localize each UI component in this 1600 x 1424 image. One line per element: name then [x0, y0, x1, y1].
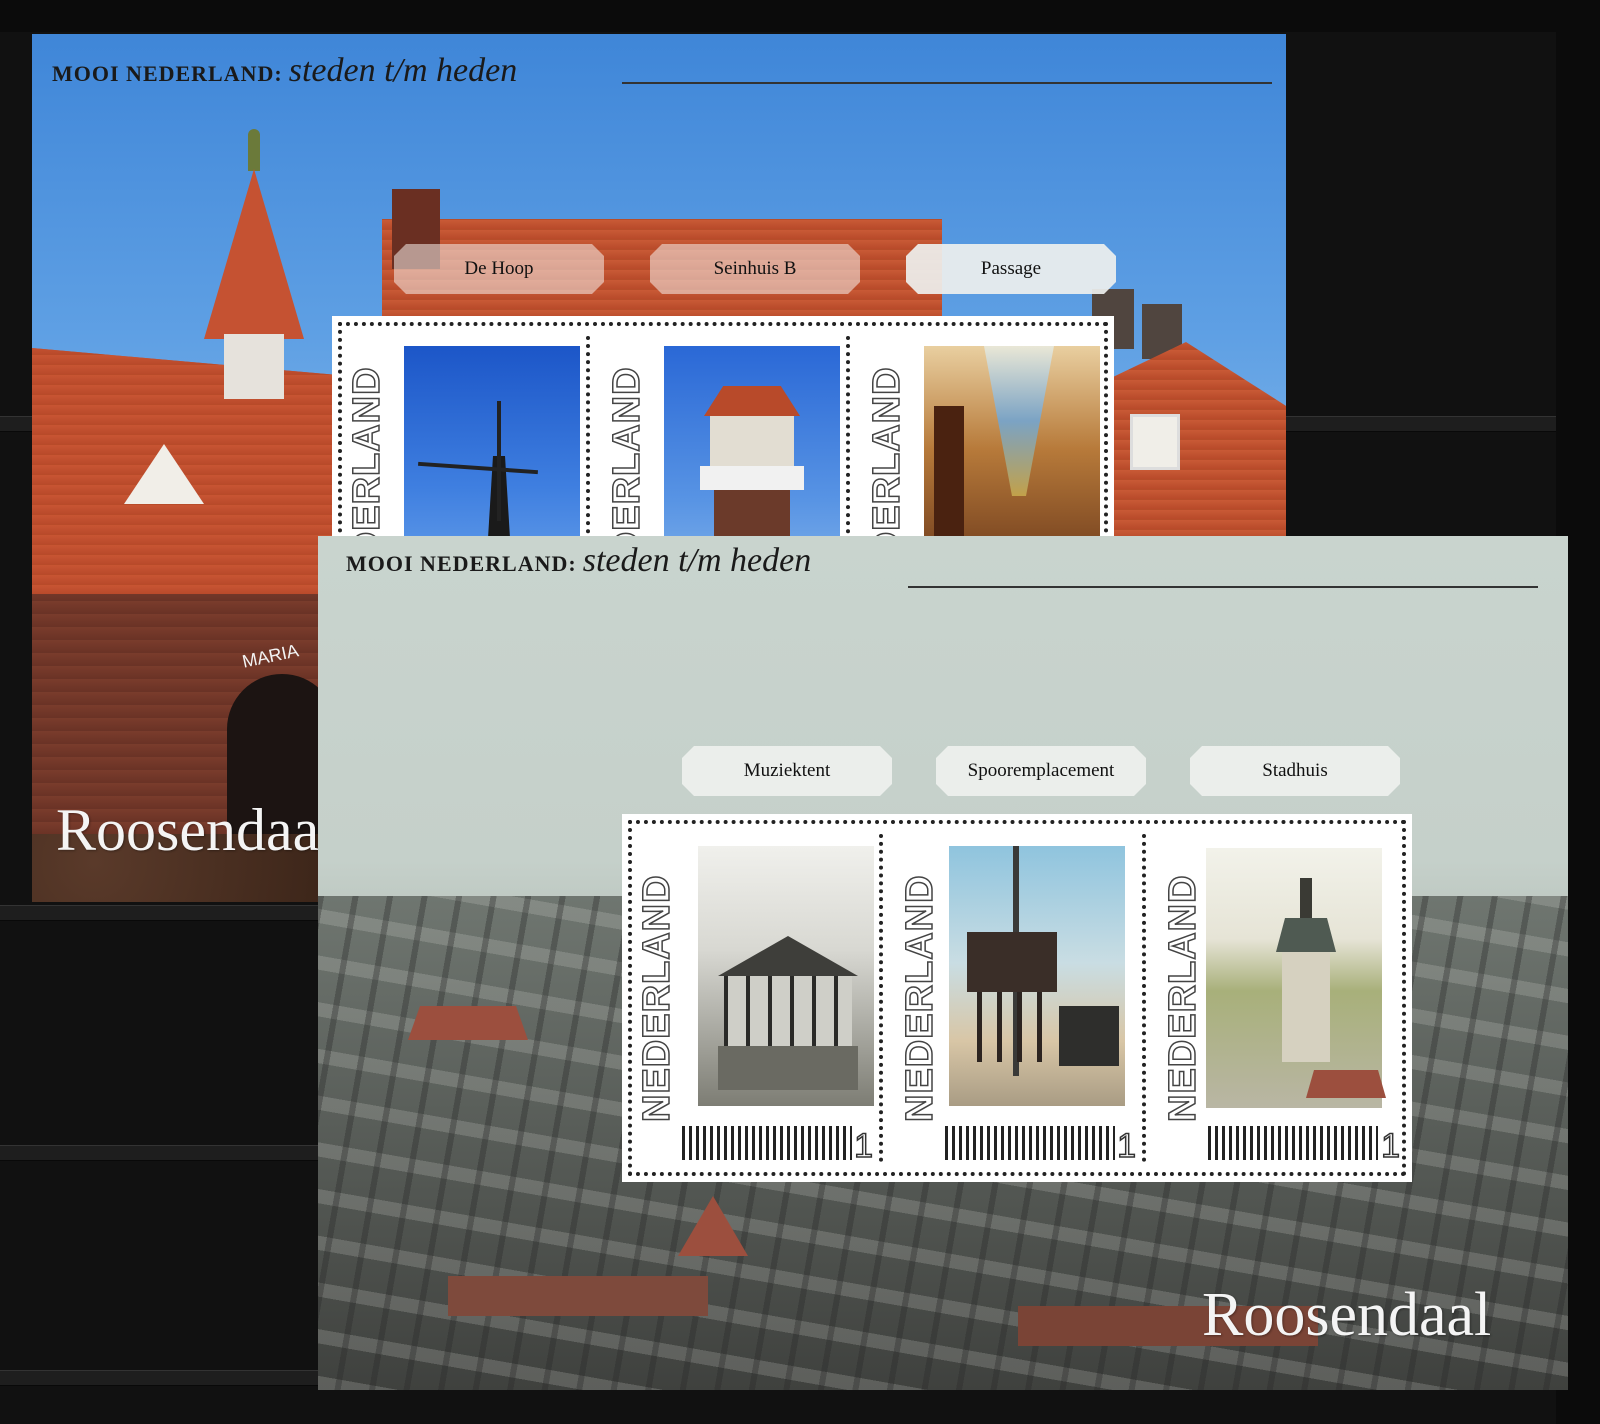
signal-box-legs	[977, 992, 1047, 1062]
town-hall-dome	[1276, 918, 1336, 952]
signal-box-balcony	[700, 466, 804, 490]
passage-glass-roof	[984, 346, 1054, 496]
stamp-label: Muziektent	[682, 746, 892, 796]
bandstand-columns	[724, 976, 852, 1046]
sheet-title: MOOI NEDERLAND: steden t/m heden	[346, 542, 811, 580]
series-title: MOOI NEDERLAND:	[52, 61, 283, 86]
sheet-title: MOOI NEDERLAND: steden t/m heden	[52, 52, 517, 90]
stamp-value: 1	[1380, 1126, 1400, 1166]
barcode	[1208, 1126, 1378, 1160]
windmill-sail	[418, 461, 538, 475]
stamp: NEDERLAND 1	[885, 814, 1148, 1182]
stamp: NEDERLAND 1	[1148, 814, 1412, 1182]
barcode	[682, 1126, 852, 1160]
tower-roof	[204, 169, 304, 339]
town-hall-roof	[1306, 1070, 1386, 1098]
stamp-block: NEDERLAND 1 NEDERLAND 1 NEDERLAND 1	[622, 814, 1412, 1182]
stamp-label: De Hoop	[394, 244, 604, 294]
barcode	[945, 1126, 1115, 1160]
background-roof	[408, 1006, 528, 1040]
stamp-label: Passage	[906, 244, 1116, 294]
stamp-photo-railway-yard	[949, 846, 1125, 1106]
city-name: Roosendaal	[56, 797, 336, 863]
album-edge	[0, 0, 1600, 32]
bandstand-roof	[718, 936, 858, 976]
souvenir-sheet-2: MOOI NEDERLAND: steden t/m heden Muziekte…	[318, 536, 1568, 1390]
background-tower	[204, 129, 304, 399]
country-name: NEDERLAND	[635, 874, 679, 1123]
locomotive	[1059, 1006, 1119, 1066]
background-roof	[448, 1276, 708, 1316]
signal-box-cabin	[710, 416, 794, 468]
stamp-label: Spooremplacement	[936, 746, 1146, 796]
series-subtitle: steden t/m heden	[288, 52, 518, 89]
stamp-label: Stadhuis	[1190, 746, 1400, 796]
stamp-value: 1	[1116, 1126, 1136, 1166]
bandstand-base	[718, 1046, 858, 1090]
city-name: Roosendaal	[1202, 1281, 1492, 1349]
country-name: NEDERLAND	[1161, 874, 1205, 1123]
town-hall-tower	[1282, 952, 1330, 1062]
signal-box-roof	[704, 386, 800, 416]
stamp-label: Seinhuis B	[650, 244, 860, 294]
town-hall-spire	[1300, 878, 1312, 918]
title-rule	[908, 586, 1538, 588]
background-window	[1130, 414, 1180, 470]
weathervane	[248, 129, 260, 171]
stamp: NEDERLAND 1	[622, 814, 885, 1182]
stamp-photo-bandstand	[698, 846, 874, 1106]
windmill-sail	[497, 401, 501, 521]
stamp-value: 1	[853, 1126, 873, 1166]
series-subtitle: steden t/m heden	[582, 542, 812, 579]
tower-body	[224, 334, 284, 399]
country-name: NEDERLAND	[898, 874, 942, 1123]
series-title: MOOI NEDERLAND:	[346, 551, 577, 576]
title-rule	[622, 82, 1272, 84]
signal-box	[967, 932, 1057, 992]
stamp-photo-town-hall	[1206, 848, 1386, 1108]
